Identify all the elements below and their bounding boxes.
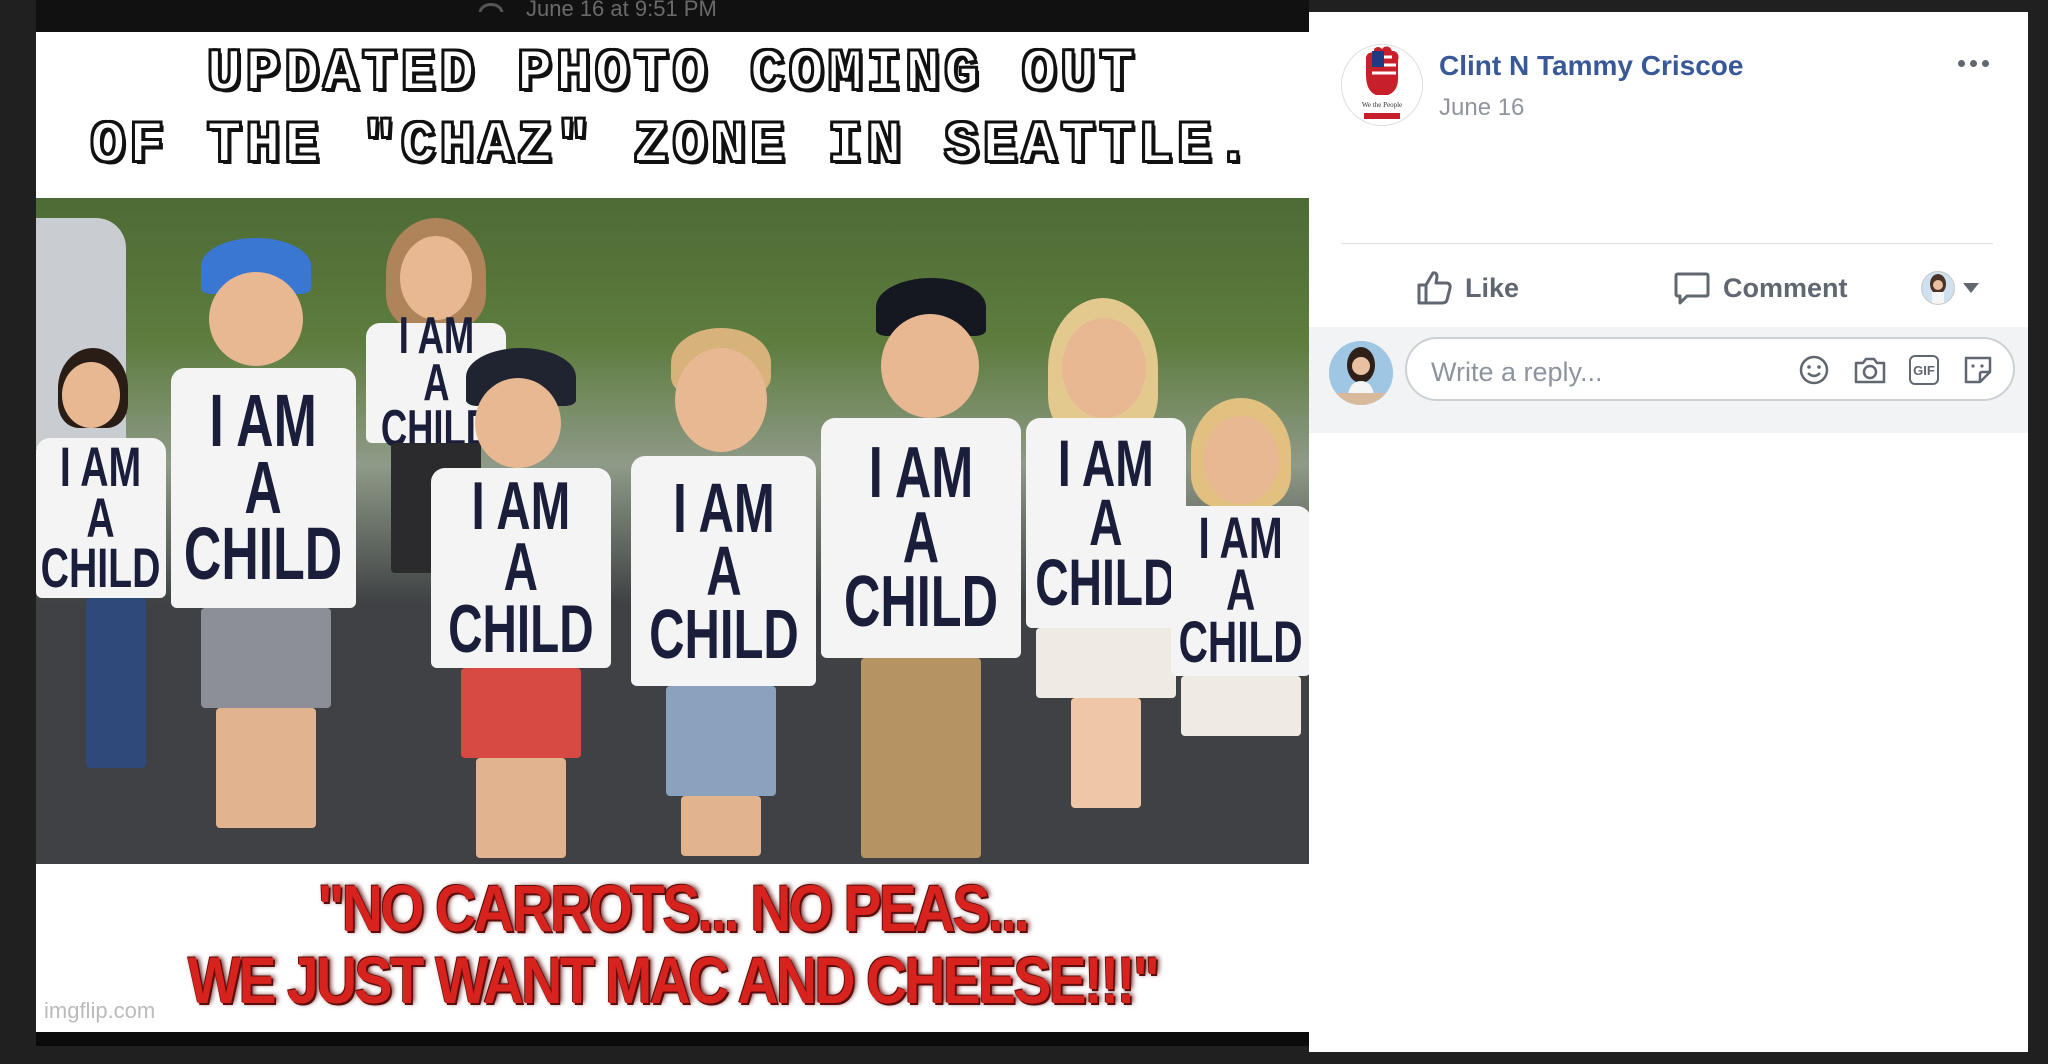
viewer-avatar[interactable] [1329, 341, 1393, 405]
like-label: Like [1465, 272, 1520, 303]
post-as-selector[interactable] [1921, 266, 1979, 310]
shirt-slogan: I AM A CHILD [448, 468, 594, 667]
photo-frame-bottom [36, 1032, 1309, 1046]
meme-top-caption: UPDATED PHOTO COMING OUT OF THE "CHAZ" Z… [36, 32, 1309, 198]
camera-icon[interactable] [1853, 353, 1887, 387]
reply-input[interactable]: Write a reply... GIF [1405, 337, 2015, 401]
post-date[interactable]: June 16 [1439, 94, 1524, 122]
gif-icon[interactable]: GIF [1909, 355, 1939, 385]
viewer-avatar-icon [1329, 341, 1393, 405]
poster-name-link[interactable]: Clint N Tammy Criscoe [1439, 50, 1743, 82]
emblem-text: We the People [1362, 101, 1402, 109]
shirt-slogan: I AM A CHILD [41, 435, 161, 600]
viewer-top-strip: June 16 at 9:51 PM [36, 0, 1309, 32]
meme-bottom-caption: "NO CARROTS... NO PEAS... WE JUST WANT M… [36, 864, 1309, 1032]
reply-placeholder: Write a reply... [1431, 357, 1603, 387]
top-caption-line: UPDATED PHOTO COMING OUT [206, 41, 1139, 108]
photo-timestamp: June 16 at 9:51 PM [526, 0, 717, 21]
shirt-slogan: I AM A CHILD [1035, 425, 1177, 619]
viewer-avatar-icon [1922, 272, 1954, 304]
bottom-caption-line: "NO CARROTS... NO PEAS... [317, 871, 1030, 945]
like-button[interactable]: Like [1415, 266, 1519, 310]
more-options-button[interactable] [1953, 48, 1993, 78]
street-scene-image: I AM A CHILD I AM A CHILD I AM A CHILD I… [36, 198, 1309, 864]
post-divider [1341, 243, 1993, 244]
sticker-icon[interactable] [1961, 353, 1995, 387]
imgflip-watermark: imgflip.com [44, 998, 156, 1023]
comment-button[interactable]: Comment [1673, 266, 1848, 310]
bottom-caption-line: WE JUST WANT MAC AND CHEESE!!!" [187, 943, 1160, 1017]
viewer-mini-avatar [1921, 271, 1955, 305]
reply-tools: GIF [1797, 353, 1995, 387]
ellipsis-icon [1957, 59, 1965, 67]
shirt-slogan: I AM A CHILD [648, 468, 799, 673]
fist-flag-logo-icon: We the People [1342, 45, 1422, 125]
shirt-slogan: I AM A CHILD [184, 379, 343, 596]
comment-label: Comment [1723, 272, 1848, 303]
chevron-down-icon [1963, 283, 1979, 293]
post-side-panel: We the People Clint N Tammy Criscoe June… [1309, 12, 2028, 1052]
user-icon [478, 3, 504, 12]
shirt-slogan: I AM A CHILD [1178, 505, 1304, 676]
reply-composer: Write a reply... GIF [1309, 327, 2028, 433]
thumbs-up-icon [1417, 271, 1452, 305]
top-caption-line: OF THE "CHAZ" ZONE IN SEATTLE. [89, 113, 1255, 180]
shirt-slogan: I AM A CHILD [844, 432, 999, 643]
speech-bubble-icon [1674, 272, 1710, 305]
smiley-icon[interactable] [1797, 353, 1831, 387]
poster-avatar[interactable]: We the People [1341, 44, 1423, 126]
meme-photo[interactable]: UPDATED PHOTO COMING OUT OF THE "CHAZ" Z… [36, 32, 1309, 1032]
